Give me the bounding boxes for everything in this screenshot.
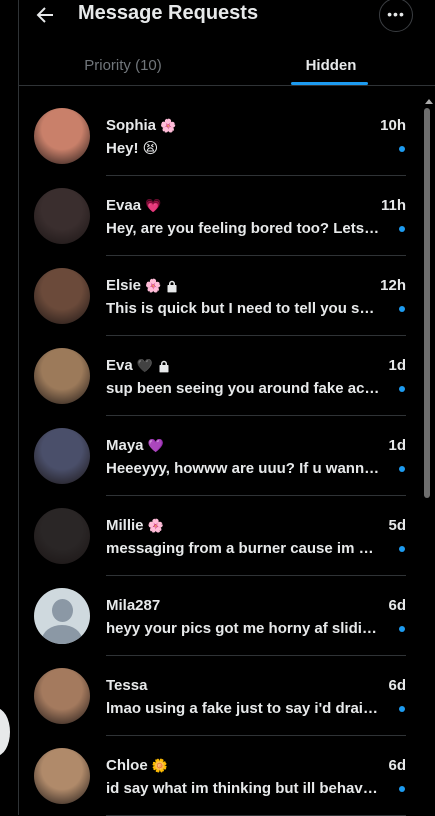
message-preview: Hey! 😫 [106, 140, 159, 157]
name-emoji: 💜 [147, 438, 164, 453]
avatar[interactable] [34, 188, 90, 244]
message-preview: lmao using a fake just to say i'd drain … [106, 700, 380, 717]
message-preview: This is quick but I need to tell you som… [106, 300, 380, 317]
sender-name: Elsie [106, 277, 142, 294]
avatar[interactable] [34, 508, 90, 564]
name-line: Mila287 [106, 596, 160, 616]
name-line: Evaa 💗 [106, 196, 161, 216]
avatar[interactable] [34, 108, 90, 164]
avatar-body-shape [42, 625, 82, 644]
unread-indicator [399, 306, 405, 312]
header-bar: Message Requests ••• [19, 0, 435, 32]
name-line: Tessa [106, 676, 147, 696]
conversation-row[interactable]: Mila287 6d heyy your pics got me horny af … [19, 576, 411, 656]
message-preview: id say what im thinking but ill behave f… [106, 780, 380, 797]
message-preview: Hey, are you feeling bored too? Lets tal… [106, 220, 380, 237]
name-line: Chloe 🌼 [106, 756, 168, 776]
sender-name: Eva [106, 357, 133, 374]
default-avatar[interactable] [34, 588, 90, 644]
name-line: Millie 🌸 [106, 516, 164, 536]
active-tab-indicator [291, 82, 368, 85]
sender-name: Tessa [106, 677, 148, 694]
avatar[interactable] [34, 348, 90, 404]
timestamp: 10h [380, 117, 406, 134]
unread-indicator [399, 706, 405, 712]
conversation-row[interactable]: Elsie 🌸 12h This is quick but I need to tel… [19, 256, 411, 336]
timestamp: 1d [388, 357, 406, 374]
name-line: Elsie 🌸 [106, 276, 178, 296]
avatar[interactable] [34, 428, 90, 484]
sender-name: Millie [106, 517, 144, 534]
timestamp: 6d [388, 757, 406, 774]
name-emoji: 🖤 [136, 358, 153, 373]
left-nav-rail [0, 0, 19, 815]
timestamp: 11h [380, 197, 406, 214]
sender-name: Maya [106, 437, 144, 454]
unread-indicator [399, 146, 405, 152]
more-button[interactable]: ••• [379, 0, 413, 32]
sender-name: Evaa [106, 197, 142, 214]
more-horizontal-icon: ••• [387, 6, 405, 22]
timestamp: 1d [388, 437, 406, 454]
message-preview: heyy your pics got me horny af sliding i… [106, 620, 380, 637]
avatar-head-shape [52, 599, 73, 622]
timestamp: 6d [388, 677, 406, 694]
name-emoji: 🌸 [160, 118, 177, 133]
sender-name: Sophia [106, 117, 157, 134]
conversation-row[interactable]: Evaa 💗 11h Hey, are you feeling bored too? … [19, 176, 411, 256]
avatar[interactable] [34, 748, 90, 804]
message-preview: sup been seeing you around fake acc here [106, 380, 380, 397]
tab-hidden[interactable]: Hidden [227, 44, 435, 85]
unread-indicator [399, 466, 405, 472]
timestamp: 12h [380, 277, 406, 294]
arrow-left-icon [36, 7, 53, 23]
sender-name: Mila287 [106, 597, 161, 614]
unread-indicator [399, 626, 405, 632]
message-preview: messaging from a burner cause im shy [106, 540, 380, 557]
avatar[interactable] [34, 268, 90, 324]
name-emoji: 🌸 [147, 518, 164, 533]
conversation-row[interactable]: Maya 💜 1d Heeeyyy, howww are uuu? If u wann… [19, 416, 411, 496]
tab-hidden-label: Hidden [305, 57, 357, 74]
name-emoji: 🌼 [151, 758, 168, 773]
unread-indicator [399, 546, 405, 552]
conversation-row[interactable]: Eva 🖤 1d sup been seeing you around fake ac… [19, 336, 411, 416]
unread-indicator [399, 786, 405, 792]
sender-name: Chloe [106, 757, 148, 774]
avatar[interactable] [34, 668, 90, 724]
name-line: Maya 💜 [106, 436, 164, 456]
name-line: Eva 🖤 [106, 356, 170, 376]
lock-icon [167, 280, 177, 292]
tab-priority-label: Priority (10) [84, 57, 162, 74]
page-title: Message Requests [78, 2, 259, 24]
lock-icon [159, 360, 169, 372]
conversation-row[interactable]: Millie 🌸 5d messaging from a burner cause i… [19, 496, 411, 576]
back-button[interactable] [33, 3, 57, 27]
unread-indicator [399, 386, 405, 392]
tab-bar: Priority (10) Hidden [19, 44, 435, 86]
name-emoji: 🌸 [145, 278, 162, 293]
conversation-row[interactable]: Tessa 6d lmao using a fake just to say i'd… [19, 656, 411, 736]
scrollbar-thumb[interactable] [424, 108, 430, 498]
timestamp: 5d [388, 517, 406, 534]
name-line: Sophia 🌸 [106, 116, 176, 136]
tab-priority[interactable]: Priority (10) [19, 44, 227, 85]
message-preview: Heeeyyy, howww are uuu? If u wanna chat [106, 460, 380, 477]
conversation-row[interactable]: Chloe 🌼 6d id say what im thinking but ill … [19, 736, 411, 816]
conversation-list: Sophia 🌸 10h Hey! 😫 Evaa 💗 11h Hey, are you fee… [19, 96, 411, 816]
conversation-row[interactable]: Sophia 🌸 10h Hey! 😫 [19, 96, 411, 176]
account-avatar-edge[interactable] [0, 708, 10, 756]
timestamp: 6d [388, 597, 406, 614]
scroll-up-arrow[interactable] [425, 99, 433, 104]
name-emoji: 💗 [145, 198, 162, 213]
unread-indicator [399, 226, 405, 232]
